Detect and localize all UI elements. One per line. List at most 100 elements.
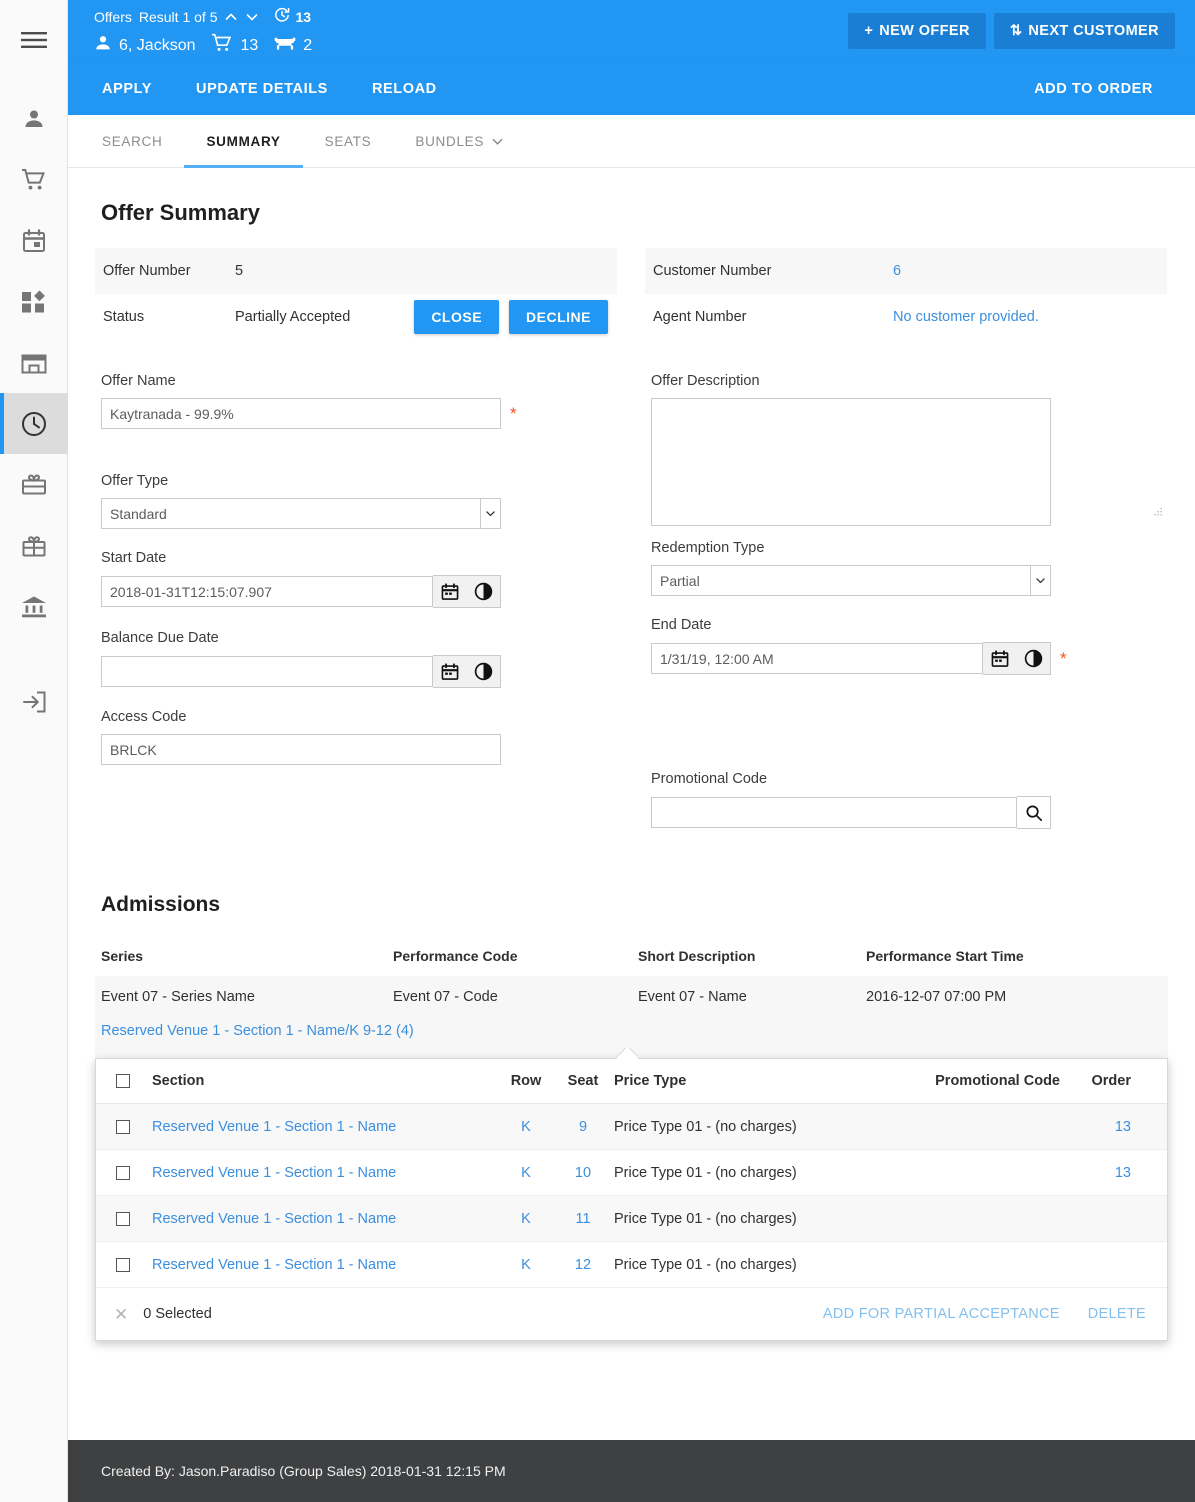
cell-seat[interactable]: 9	[579, 1119, 587, 1135]
decline-button[interactable]: DECLINE	[509, 300, 608, 334]
offer-description-textarea[interactable]	[651, 398, 1051, 526]
add-for-partial-acceptance-button[interactable]: ADD FOR PARTIAL ACCEPTANCE	[823, 1306, 1060, 1322]
cell-section[interactable]: Reserved Venue 1 - Section 1 - Name	[152, 1119, 396, 1135]
customer-number-value[interactable]: 6	[893, 263, 901, 279]
access-code-input[interactable]	[101, 734, 501, 765]
cart-count: 13	[240, 36, 259, 54]
close-button[interactable]: CLOSE	[414, 300, 500, 334]
cell-short-description: Event 07 - Name	[638, 989, 747, 1005]
sidebar-item-dashboard[interactable]	[0, 271, 68, 332]
tab-search-label: SEARCH	[102, 133, 163, 149]
cell-section[interactable]: Reserved Venue 1 - Section 1 - Name	[152, 1165, 396, 1181]
table-row: Reserved Venue 1 - Section 1 - Name K 9 …	[96, 1104, 1167, 1150]
calendar-picker-icon[interactable]	[983, 642, 1017, 675]
reload-action[interactable]: RELOAD	[350, 62, 459, 115]
tab-search[interactable]: SEARCH	[80, 115, 184, 168]
column-header-promotional-code: Promotional Code	[935, 1073, 1060, 1089]
column-header-series: Series	[101, 948, 144, 964]
left-sidebar	[0, 0, 68, 1502]
calendar-picker-icon[interactable]	[433, 655, 467, 688]
shopping-cart-icon	[211, 33, 233, 58]
end-date-input[interactable]	[651, 643, 983, 674]
next-result-icon[interactable]	[245, 10, 259, 24]
balance-due-date-input[interactable]	[101, 656, 433, 687]
cell-row[interactable]: K	[521, 1211, 531, 1227]
status-label: Status	[103, 309, 145, 325]
table-row: Offer Number 5	[95, 248, 617, 294]
sidebar-item-calendar[interactable]	[0, 210, 68, 271]
sidebar-item-customers[interactable]	[0, 88, 68, 149]
next-customer-label: NEXT CUSTOMER	[1028, 23, 1159, 39]
table-row: Reserved Venue 1 - Section 1 - Name K 10…	[96, 1150, 1167, 1196]
tab-seats[interactable]: SEATS	[303, 115, 394, 168]
redemption-type-select[interactable]: Partial	[651, 565, 1051, 596]
tab-summary[interactable]: SUMMARY	[184, 115, 303, 168]
row-checkbox[interactable]	[116, 1211, 130, 1226]
add-to-order-action[interactable]: ADD TO ORDER	[1012, 62, 1175, 115]
plus-icon: +	[864, 23, 874, 39]
table-row: Reserved Venue 1 - Section 1 - Name K 12…	[96, 1242, 1167, 1288]
cell-order[interactable]: 13	[1115, 1119, 1131, 1135]
sidebar-item-gifts[interactable]	[0, 515, 68, 576]
calendar-picker-icon[interactable]	[433, 575, 467, 608]
sidebar-item-offers[interactable]	[0, 393, 68, 454]
prev-result-icon[interactable]	[224, 10, 238, 24]
delete-button[interactable]: DELETE	[1088, 1306, 1146, 1322]
table-row: Event 07 - Series Name Event 07 - Code E…	[95, 976, 1168, 1018]
table-row: Customer Number 6	[645, 248, 1167, 294]
cell-section[interactable]: Reserved Venue 1 - Section 1 - Name	[152, 1211, 396, 1227]
sidebar-item-vouchers[interactable]	[0, 454, 68, 515]
update-details-action[interactable]: UPDATE DETAILS	[174, 62, 350, 115]
seat-group-link[interactable]: Reserved Venue 1 - Section 1 - Name/K 9-…	[101, 1023, 414, 1039]
bank-icon	[21, 595, 47, 619]
cell-seat[interactable]: 12	[575, 1257, 591, 1273]
page-title: Offer Summary	[101, 200, 260, 225]
table-row: Agent Number No customer provided.	[645, 294, 1167, 340]
person-icon	[22, 107, 46, 131]
next-customer-button[interactable]: ⇅ NEXT CUSTOMER	[993, 13, 1175, 49]
sidebar-item-logout[interactable]	[0, 671, 68, 732]
offer-name-input[interactable]	[101, 398, 501, 429]
cell-seat[interactable]: 11	[575, 1211, 590, 1227]
access-code-label: Access Code	[101, 709, 187, 725]
tab-bundles[interactable]: BUNDLES	[393, 115, 526, 168]
row-checkbox[interactable]	[116, 1165, 130, 1180]
sidebar-item-finance[interactable]	[0, 576, 68, 637]
promotional-code-field: Promotional Code	[645, 771, 1167, 829]
resize-grip-icon[interactable]	[1153, 504, 1163, 522]
cell-section[interactable]: Reserved Venue 1 - Section 1 - Name	[152, 1257, 396, 1273]
access-code-field: Access Code	[95, 709, 617, 765]
cell-row[interactable]: K	[521, 1165, 531, 1181]
main-content: Offer Summary Offer Number 5 Status Part…	[68, 168, 1195, 1440]
tab-bar: SEARCH SUMMARY SEATS BUNDLES	[68, 115, 1195, 168]
new-offer-button[interactable]: + NEW OFFER	[848, 13, 986, 49]
table-row: Reserved Venue 1 - Section 1 - Name K 11…	[96, 1196, 1167, 1242]
cell-row[interactable]: K	[521, 1119, 531, 1135]
row-checkbox[interactable]	[116, 1257, 130, 1272]
offer-type-field: Offer Type Standard	[95, 473, 617, 529]
start-date-input[interactable]	[101, 576, 433, 607]
search-icon[interactable]	[1017, 796, 1051, 829]
result-counter: Result 1 of 5	[138, 9, 218, 25]
cell-seat[interactable]: 10	[575, 1165, 591, 1181]
sidebar-item-cart[interactable]	[0, 149, 68, 210]
column-header-short-description: Short Description	[638, 948, 756, 964]
offer-type-select[interactable]: Standard	[101, 498, 501, 529]
cell-order[interactable]: 13	[1115, 1165, 1131, 1181]
start-date-field: Start Date	[95, 550, 617, 608]
hamburger-menu-icon[interactable]	[0, 14, 68, 66]
customer-number-label: Customer Number	[653, 263, 772, 279]
time-picker-icon[interactable]	[467, 655, 501, 688]
offer-name-field: Offer Name *	[95, 373, 617, 429]
cell-row[interactable]: K	[521, 1257, 531, 1273]
offer-name-label: Offer Name	[101, 373, 176, 389]
row-checkbox[interactable]	[116, 1119, 130, 1134]
time-picker-icon[interactable]	[1017, 642, 1051, 675]
promotional-code-input[interactable]	[651, 797, 1017, 828]
close-icon[interactable]: ✕	[114, 1306, 128, 1323]
apply-action[interactable]: APPLY	[80, 62, 174, 115]
sidebar-item-venues[interactable]	[0, 332, 68, 393]
agent-number-value[interactable]: No customer provided.	[893, 309, 1039, 325]
time-picker-icon[interactable]	[467, 575, 501, 608]
select-all-checkbox[interactable]	[116, 1074, 130, 1088]
